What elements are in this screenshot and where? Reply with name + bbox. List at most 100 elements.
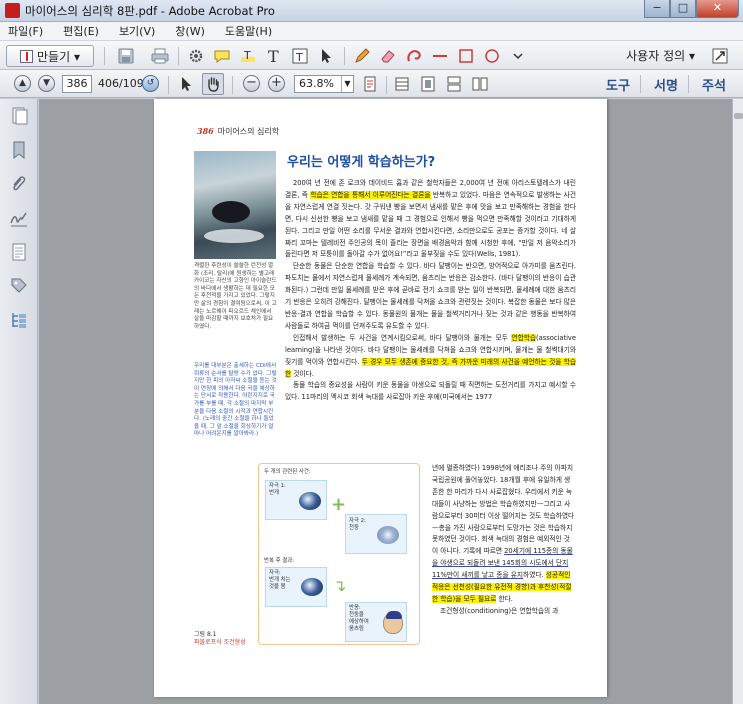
menu-file[interactable]: 파일(F) bbox=[8, 23, 43, 39]
next-page-button[interactable]: ▼ bbox=[38, 75, 55, 92]
figure-top-label: 두 개의 관련된 사건: bbox=[264, 469, 311, 475]
previous-page-button[interactable]: ▲ bbox=[14, 75, 31, 92]
vertical-scrollbar[interactable] bbox=[732, 99, 743, 704]
page-number-label: 386 bbox=[197, 126, 214, 136]
line-tool-icon[interactable] bbox=[430, 46, 450, 66]
fit-width-icon[interactable] bbox=[392, 74, 412, 94]
highlight-2[interactable]: 연합학습 bbox=[511, 333, 537, 342]
paragraph-4: 동물 학습의 중요성을 사람이 키운 동물을 야생으로 되돌릴 때 직면하는 도… bbox=[285, 381, 576, 402]
paragraph-1: 200여 년 전에 존 로크와 데이비드 흄과 같은 철학자들은 2,000여 … bbox=[285, 179, 576, 259]
lightning-image-2 bbox=[301, 578, 323, 596]
main-body-text: 200여 년 전에 존 로크와 데이비드 흄과 같은 철학자들은 2,000여 … bbox=[285, 178, 576, 404]
save-icon[interactable] bbox=[116, 46, 136, 66]
pdf-page: 386 마이어스의 심리학 격렬한 후련성이 쓸쓸한 런천성 멸화 (조리, 탈리… bbox=[154, 99, 607, 697]
print-icon[interactable] bbox=[150, 46, 170, 66]
photo-caption: 격렬한 후련성이 쓸쓸한 런천성 멸화 (조리, 탈리)에 원생하는 별고래 카… bbox=[194, 263, 277, 330]
svg-text:T: T bbox=[268, 48, 279, 64]
create-button[interactable]: 만들기 ▾ bbox=[6, 45, 94, 67]
menu-edit[interactable]: 편집(E) bbox=[63, 23, 99, 39]
close-button[interactable]: ✕ bbox=[696, 0, 739, 18]
zoom-out-button[interactable]: − bbox=[243, 75, 260, 92]
more-tools-chevron-icon[interactable] bbox=[508, 46, 528, 66]
menu-view[interactable]: 보기(V) bbox=[119, 23, 155, 39]
navigation-pane bbox=[0, 99, 38, 704]
title-bar: 마이어스의 심리학 8판.pdf - Adobe Acrobat Pro − □… bbox=[0, 0, 743, 22]
acrobat-app-icon[interactable] bbox=[5, 3, 20, 18]
tab-comment[interactable]: 주석 bbox=[702, 75, 726, 94]
content-tree-icon[interactable] bbox=[10, 311, 28, 329]
page-thumbnails-icon[interactable] bbox=[10, 107, 28, 125]
text-tool-icon[interactable]: T bbox=[264, 46, 284, 66]
oval-tool-icon[interactable] bbox=[482, 46, 502, 66]
paragraph-3: 인접해서 발생하는 두 사건을 연계시킴으로써, 바다 달팽이와 물개는 모두 … bbox=[285, 333, 576, 378]
two-page-icon[interactable] bbox=[470, 74, 490, 94]
eraser-icon[interactable] bbox=[378, 46, 398, 66]
main-toolbar: 만들기 ▾ T T T 사용자 정의 ▾ bbox=[0, 41, 743, 70]
zoom-in-button[interactable]: + bbox=[268, 75, 285, 92]
lightning-image bbox=[299, 492, 321, 510]
back-button[interactable]: ↺ bbox=[142, 75, 159, 92]
plus-sign-icon: + bbox=[331, 494, 347, 515]
svg-text:T: T bbox=[295, 51, 303, 64]
hand-tool-icon[interactable] bbox=[202, 73, 224, 95]
tab-tools[interactable]: 도구 bbox=[606, 75, 630, 94]
last-line: 조건형성(conditioning)은 연합학습의 과 bbox=[440, 606, 559, 615]
thunder-image bbox=[377, 526, 399, 544]
highlight-text-icon[interactable]: T bbox=[238, 46, 258, 66]
scrollbar-thumb[interactable] bbox=[734, 113, 743, 119]
back-arrow-icon: ↺ bbox=[142, 75, 159, 92]
zoom-value: 63.8% bbox=[299, 77, 334, 90]
window-title: 마이어스의 심리학 8판.pdf - Adobe Acrobat Pro bbox=[25, 4, 275, 18]
comment-bubble-icon[interactable] bbox=[212, 46, 232, 66]
bookmarks-icon[interactable] bbox=[10, 141, 28, 160]
down-arrow-icon: ▼ bbox=[38, 75, 55, 92]
section-heading: 우리는 어떻게 학습하는가? bbox=[287, 155, 436, 170]
settings-gear-icon[interactable] bbox=[186, 46, 206, 66]
menu-help[interactable]: 도움말(H) bbox=[225, 23, 272, 39]
running-head: 386 마이어스의 심리학 bbox=[197, 126, 279, 137]
figure-after-label: 반복 후 결과: bbox=[264, 558, 295, 564]
tags-icon[interactable] bbox=[10, 277, 28, 295]
stimulus-2-label: 자극 2: 천둥 bbox=[349, 518, 366, 531]
fit-page-icon[interactable] bbox=[360, 74, 380, 94]
chevron-down-icon[interactable]: ▼ bbox=[341, 76, 353, 92]
right-column-text: 년에 멸종하였다) 1998년에 애리조나 주의 아파치 국립공원에 풀어놓았다… bbox=[432, 463, 576, 618]
signatures-icon[interactable] bbox=[10, 209, 28, 227]
stamp-icon[interactable] bbox=[404, 46, 424, 66]
create-label: 만들기 ▾ bbox=[37, 49, 80, 64]
text-box-icon[interactable]: T bbox=[290, 46, 310, 66]
expand-window-icon[interactable] bbox=[710, 46, 730, 66]
select-cursor-icon[interactable] bbox=[176, 74, 196, 94]
svg-text:T: T bbox=[243, 49, 251, 62]
curved-arrow-icon: ↴ bbox=[333, 576, 347, 595]
rectangle-tool-icon[interactable] bbox=[456, 46, 476, 66]
menu-window[interactable]: 창(W) bbox=[175, 23, 205, 39]
attachments-paperclip-icon[interactable] bbox=[10, 175, 28, 193]
paragraph-2: 단순한 동물은 단순한 연합을 학습할 수 있다. 바다 달팽이는 반으면, 방… bbox=[285, 262, 576, 330]
stimulus-1-label: 자극 1: 번개 bbox=[269, 483, 286, 496]
page-number-input[interactable]: 386 bbox=[62, 75, 92, 93]
highlight-1[interactable]: 학습은 연합을 통해서 이루어진다는 결론을 bbox=[310, 190, 431, 199]
response-label: 반응: 천둥을 예상하여 움츠림 bbox=[349, 605, 369, 632]
pencil-icon[interactable] bbox=[352, 46, 372, 66]
child-face-image bbox=[383, 611, 403, 634]
single-page-icon[interactable] bbox=[418, 74, 438, 94]
minimize-button[interactable]: − bbox=[644, 0, 670, 18]
orca-photo bbox=[194, 151, 276, 259]
side-note: 우리를 대부분은 출세하는 CDI에서 쥐류의 순서를 탈랑 수가 없다. 그렇… bbox=[194, 363, 277, 438]
up-arrow-icon: ▲ bbox=[14, 75, 31, 92]
figure-caption: 그림 8.1 파블로프식 조건형성 bbox=[194, 631, 246, 646]
scrolling-pages-icon[interactable] bbox=[444, 74, 464, 94]
navigation-toolbar: ▲ ▼ 386 406/1093 ↺ − + 63.8% ▼ 도구 서명 주석 bbox=[0, 70, 743, 98]
create-icon bbox=[20, 49, 34, 63]
zoom-level-input[interactable]: 63.8% ▼ bbox=[294, 75, 354, 93]
tab-sign[interactable]: 서명 bbox=[654, 75, 678, 94]
layers-document-icon[interactable] bbox=[10, 243, 28, 261]
minus-icon: − bbox=[243, 75, 260, 92]
maximize-button[interactable]: □ bbox=[670, 0, 696, 18]
customize-dropdown[interactable]: 사용자 정의 ▾ bbox=[626, 47, 695, 64]
stimulus-3-label: 자극: 번개 치는 것을 봄 bbox=[269, 570, 291, 590]
select-arrow-icon[interactable] bbox=[316, 46, 336, 66]
figure-8-1: 두 개의 관련된 사건: 자극 1: 번개 + 자극 2: 천둥 반복 후 결과… bbox=[258, 463, 420, 645]
plus-icon: + bbox=[268, 75, 285, 92]
